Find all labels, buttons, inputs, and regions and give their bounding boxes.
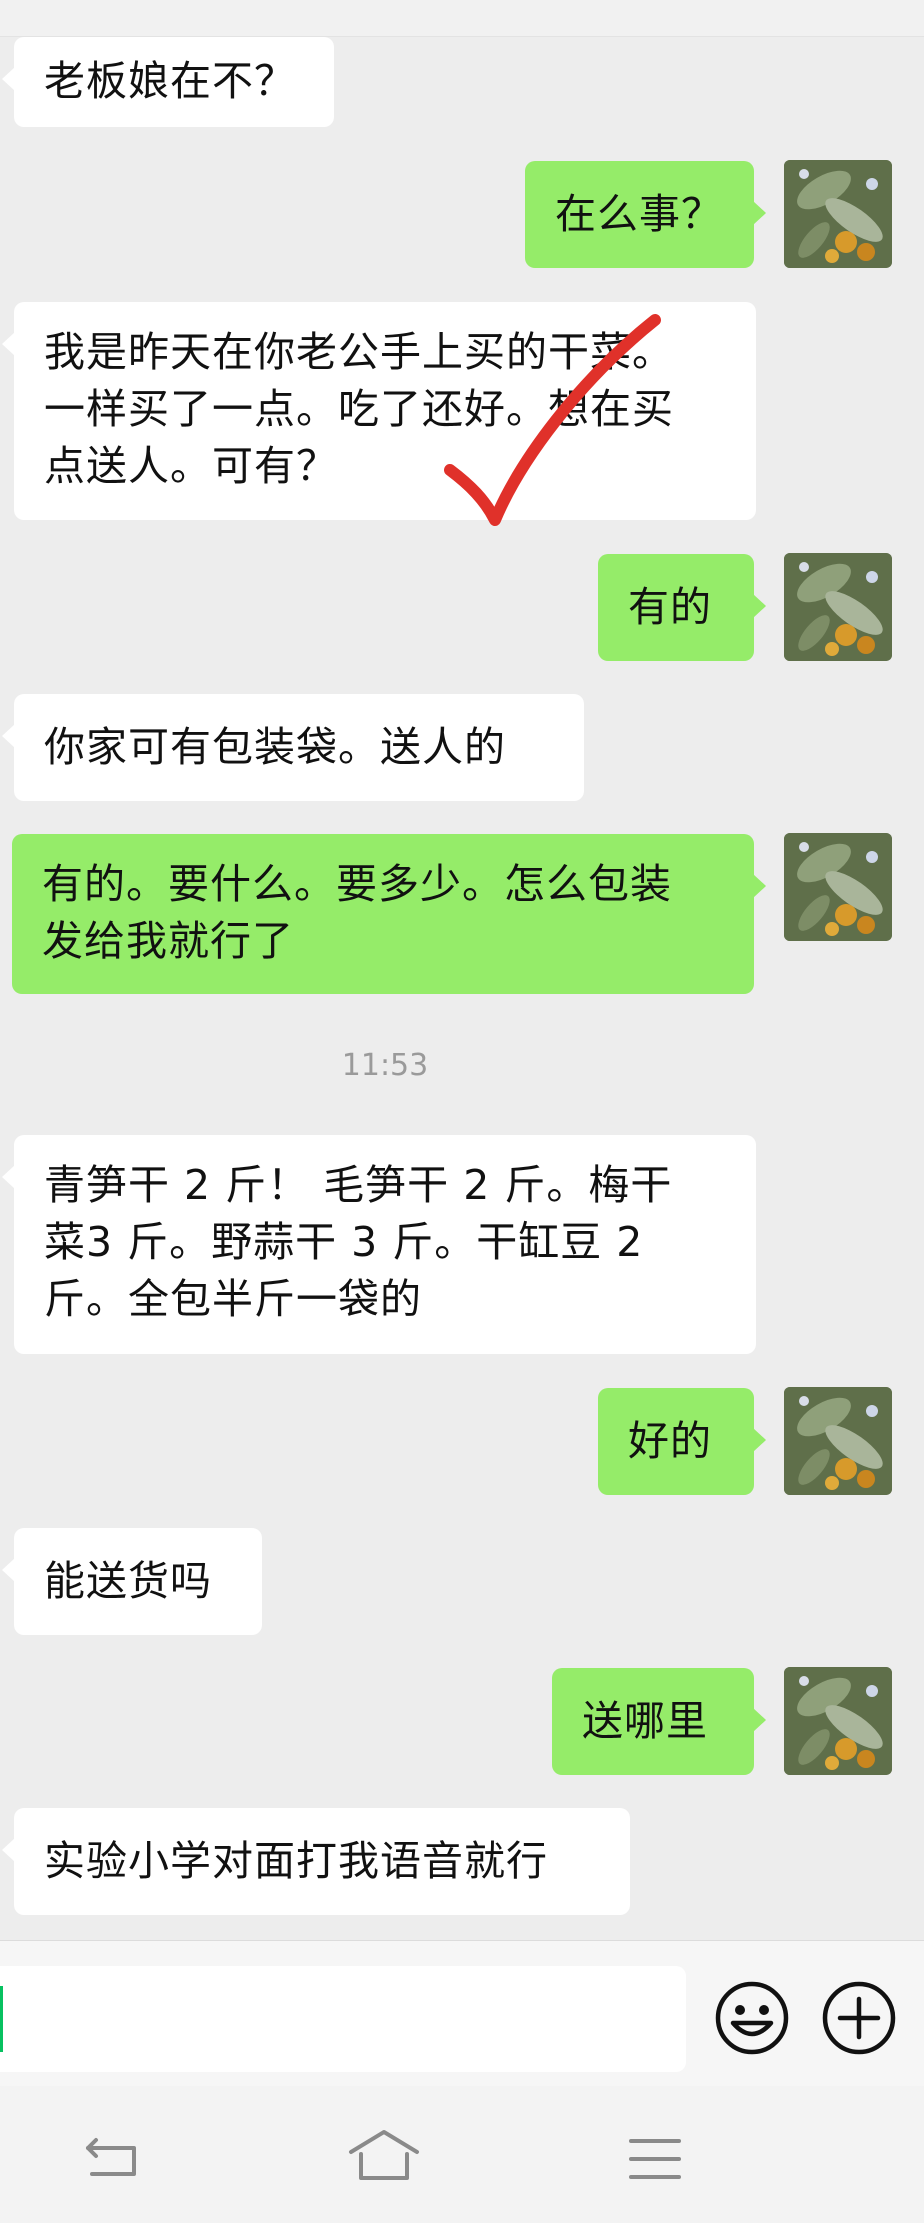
avatar-image	[784, 160, 892, 268]
more-options-button[interactable]	[820, 1979, 898, 2057]
home-icon	[349, 2130, 419, 2180]
message-bubble-incoming[interactable]: 实验小学对面打我语音就行	[2, 1808, 630, 1915]
message-line: 青笋干 2 斤！ 毛笋干 2 斤。梅干	[44, 1161, 673, 1209]
nav-home-button[interactable]	[347, 2128, 421, 2184]
message-input[interactable]	[0, 1966, 686, 2072]
avatar-image	[784, 553, 892, 661]
top-edge	[0, 0, 924, 37]
message-bubble-outgoing[interactable]: 有的	[598, 554, 766, 661]
message-bubble-incoming[interactable]: 老板娘在不？	[2, 37, 334, 127]
avatar[interactable]	[784, 160, 892, 268]
message-bubble-incoming[interactable]: 青笋干 2 斤！ 毛笋干 2 斤。梅干 菜3 斤。野蒜干 3 斤。干缸豆 2 斤…	[2, 1135, 756, 1354]
message-line: 菜3 斤。野蒜干 3 斤。干缸豆 2	[44, 1218, 644, 1266]
message-text: 在么事？	[555, 190, 723, 238]
avatar[interactable]	[784, 1667, 892, 1775]
avatar[interactable]	[784, 1387, 892, 1495]
message-bubble-outgoing[interactable]: 在么事？	[525, 161, 766, 268]
message-text: 有的	[628, 583, 712, 631]
message-bubble-outgoing[interactable]: 好的	[598, 1388, 766, 1495]
message-text: 能送货吗	[44, 1557, 212, 1605]
message-bubble-outgoing[interactable]: 送哪里	[552, 1668, 766, 1775]
avatar[interactable]	[784, 833, 892, 941]
text-cursor	[0, 1986, 3, 2052]
avatar[interactable]	[784, 553, 892, 661]
message-text: 送哪里	[582, 1697, 708, 1745]
avatar-image	[784, 1387, 892, 1495]
avatar-image	[784, 833, 892, 941]
message-bubble-outgoing[interactable]: 有的。要什么。要多少。怎么包装 发给我就行了	[12, 834, 766, 994]
message-text: 好的	[628, 1417, 712, 1465]
plus-circle-icon	[822, 1981, 896, 2055]
emoji-button[interactable]	[713, 1979, 791, 2057]
nav-menu-button[interactable]	[628, 2136, 682, 2182]
message-text: 老板娘在不？	[44, 57, 296, 105]
smiley-face-icon	[715, 1981, 789, 2055]
message-line: 斤。全包半斤一袋的	[44, 1275, 422, 1323]
message-text: 实验小学对面打我语音就行	[44, 1837, 548, 1885]
message-bubble-incoming[interactable]: 你家可有包装袋。送人的	[2, 694, 584, 801]
message-line: 发给我就行了	[42, 917, 294, 965]
message-line: 有的。要什么。要多少。怎么包装	[42, 860, 672, 908]
menu-lines-icon	[629, 2139, 681, 2179]
checkmark-annotation-icon	[444, 314, 661, 526]
avatar-image	[784, 1667, 892, 1775]
message-bubble-incoming[interactable]: 能送货吗	[2, 1528, 262, 1635]
message-text: 你家可有包装袋。送人的	[44, 723, 506, 771]
chat-timestamp: 11:53	[341, 1048, 429, 1083]
nav-back-button[interactable]	[82, 2132, 144, 2182]
back-arrow-icon	[86, 2138, 136, 2176]
